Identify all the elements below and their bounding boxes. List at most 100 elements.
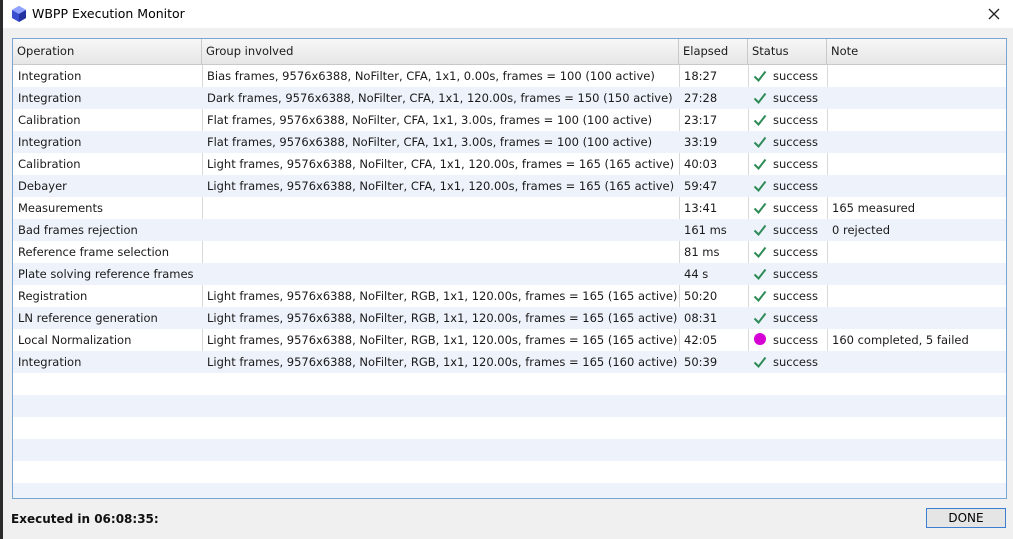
status-text: success bbox=[773, 179, 818, 193]
column-header-note[interactable]: Note bbox=[827, 39, 1006, 64]
cell-operation: LN reference generation bbox=[18, 311, 158, 325]
check-icon bbox=[753, 354, 767, 369]
table-row[interactable]: Integration Dark frames, 9576x6388, NoFil… bbox=[13, 87, 1006, 109]
cell-elapsed: 13:41 bbox=[684, 201, 718, 215]
cell-note bbox=[827, 153, 1006, 175]
cell-group bbox=[202, 263, 679, 285]
cell-note bbox=[827, 263, 1006, 285]
status-text: success bbox=[773, 113, 818, 127]
cell-note bbox=[827, 241, 1006, 263]
table-row[interactable]: Integration Flat frames, 9576x6388, NoFil… bbox=[13, 131, 1006, 153]
empty-table-row[interactable] bbox=[13, 373, 1006, 395]
cell-group: Light frames, 9576x6388, NoFilter, RGB, … bbox=[207, 333, 678, 347]
cell-status: success bbox=[748, 197, 827, 219]
table-row[interactable]: Integration Light frames, 9576x6388, NoFi… bbox=[13, 351, 1006, 373]
empty-table-row[interactable] bbox=[13, 483, 1006, 498]
cell-status: success bbox=[748, 131, 827, 153]
cell-elapsed: 42:05 bbox=[684, 333, 718, 347]
check-icon bbox=[753, 244, 767, 259]
execution-table[interactable]: Operation Group involved Elapsed Status … bbox=[12, 38, 1007, 499]
cell-note bbox=[827, 175, 1006, 197]
empty-table-row[interactable] bbox=[13, 439, 1006, 461]
close-icon[interactable] bbox=[981, 2, 1007, 26]
table-row[interactable]: Calibration Flat frames, 9576x6388, NoFil… bbox=[13, 109, 1006, 131]
cell-operation: Reference frame selection bbox=[18, 245, 170, 259]
status-text: success bbox=[773, 223, 818, 237]
cell-operation: Measurements bbox=[18, 201, 103, 215]
cell-group: Light frames, 9576x6388, NoFilter, CFA, … bbox=[207, 179, 675, 193]
table-row[interactable]: LN reference generation Light frames, 957… bbox=[13, 307, 1006, 329]
polyhedron-logo-icon bbox=[12, 6, 26, 22]
cell-group: Light frames, 9576x6388, NoFilter, RGB, … bbox=[207, 311, 678, 325]
status-text: success bbox=[773, 91, 818, 105]
column-header-operation[interactable]: Operation bbox=[13, 39, 202, 64]
status-text: success bbox=[773, 69, 818, 83]
cell-group: Flat frames, 9576x6388, NoFilter, CFA, 1… bbox=[207, 113, 653, 127]
status-text: success bbox=[773, 355, 818, 369]
table-row[interactable]: Bad frames rejection 161 ms success 0 rejec… bbox=[13, 219, 1006, 241]
cell-note bbox=[827, 351, 1006, 373]
check-icon bbox=[753, 112, 767, 127]
table-row[interactable]: Plate solving reference frames 44 s succes… bbox=[13, 263, 1006, 285]
cell-operation: Integration bbox=[18, 91, 82, 105]
check-icon bbox=[753, 68, 767, 83]
done-button[interactable]: DONE bbox=[926, 508, 1006, 528]
cell-group: Light frames, 9576x6388, NoFilter, RGB, … bbox=[207, 355, 678, 369]
check-icon bbox=[753, 200, 767, 215]
empty-table-row[interactable] bbox=[13, 395, 1006, 417]
cell-note bbox=[827, 285, 1006, 307]
cell-operation: Calibration bbox=[18, 157, 81, 171]
column-header-elapsed[interactable]: Elapsed bbox=[679, 39, 748, 64]
cell-elapsed: 81 ms bbox=[684, 245, 720, 259]
cell-note bbox=[827, 131, 1006, 153]
cell-status: success bbox=[748, 307, 827, 329]
cell-status: success bbox=[748, 285, 827, 307]
cell-group: Dark frames, 9576x6388, NoFilter, CFA, 1… bbox=[207, 91, 673, 105]
table-row[interactable]: Local Normalization Light frames, 9576x63… bbox=[13, 329, 1006, 351]
status-text: success bbox=[773, 333, 818, 347]
cell-elapsed: 40:03 bbox=[684, 157, 718, 171]
status-text: success bbox=[773, 311, 818, 325]
title-bar: WBPP Execution Monitor bbox=[3, 0, 1013, 28]
cell-group bbox=[202, 241, 679, 263]
cell-operation: Integration bbox=[18, 355, 82, 369]
cell-status: success bbox=[748, 175, 827, 197]
empty-table-row[interactable] bbox=[13, 461, 1006, 483]
cell-operation: Calibration bbox=[18, 113, 81, 127]
status-text: success bbox=[773, 289, 818, 303]
cell-status: success bbox=[748, 329, 827, 351]
empty-table-row[interactable] bbox=[13, 417, 1006, 439]
cell-note: 165 measured bbox=[832, 201, 916, 215]
cell-operation: Debayer bbox=[18, 179, 67, 193]
table-row[interactable]: Reference frame selection 81 ms success bbox=[13, 241, 1006, 263]
status-text: success bbox=[773, 267, 818, 281]
cell-elapsed: 33:19 bbox=[684, 135, 718, 149]
cell-status: success bbox=[748, 241, 827, 263]
cell-status: success bbox=[748, 153, 827, 175]
table-row[interactable]: Registration Light frames, 9576x6388, NoF… bbox=[13, 285, 1006, 307]
column-header-status[interactable]: Status bbox=[748, 39, 827, 64]
cell-status: success bbox=[748, 351, 827, 373]
column-header-group[interactable]: Group involved bbox=[202, 39, 679, 64]
status-text: success bbox=[773, 245, 818, 259]
cell-group: Bias frames, 9576x6388, NoFilter, CFA, 1… bbox=[207, 69, 655, 83]
table-row[interactable]: Debayer Light frames, 9576x6388, NoFilter… bbox=[13, 175, 1006, 197]
cell-note: 160 completed, 5 failed bbox=[832, 333, 969, 347]
cell-elapsed: 23:17 bbox=[684, 113, 718, 127]
table-body: Integration Bias frames, 9576x6388, NoFil… bbox=[13, 65, 1006, 498]
table-row[interactable]: Measurements 13:41 success 165 measured bbox=[13, 197, 1006, 219]
cell-group: Flat frames, 9576x6388, NoFilter, CFA, 1… bbox=[207, 135, 653, 149]
cell-elapsed: 50:20 bbox=[684, 289, 718, 303]
cell-note bbox=[827, 65, 1006, 87]
status-text: success bbox=[773, 201, 818, 215]
cell-group: Light frames, 9576x6388, NoFilter, CFA, … bbox=[207, 157, 675, 171]
check-icon bbox=[753, 178, 767, 193]
cell-elapsed: 161 ms bbox=[684, 223, 727, 237]
table-row[interactable]: Calibration Light frames, 9576x6388, NoFi… bbox=[13, 153, 1006, 175]
cell-operation: Bad frames rejection bbox=[18, 223, 138, 237]
cell-operation: Integration bbox=[18, 135, 82, 149]
table-row[interactable]: Integration Bias frames, 9576x6388, NoFil… bbox=[13, 65, 1006, 87]
dialog-body: Operation Group involved Elapsed Status … bbox=[3, 28, 1013, 539]
cell-operation: Integration bbox=[18, 69, 82, 83]
check-icon bbox=[753, 222, 767, 237]
